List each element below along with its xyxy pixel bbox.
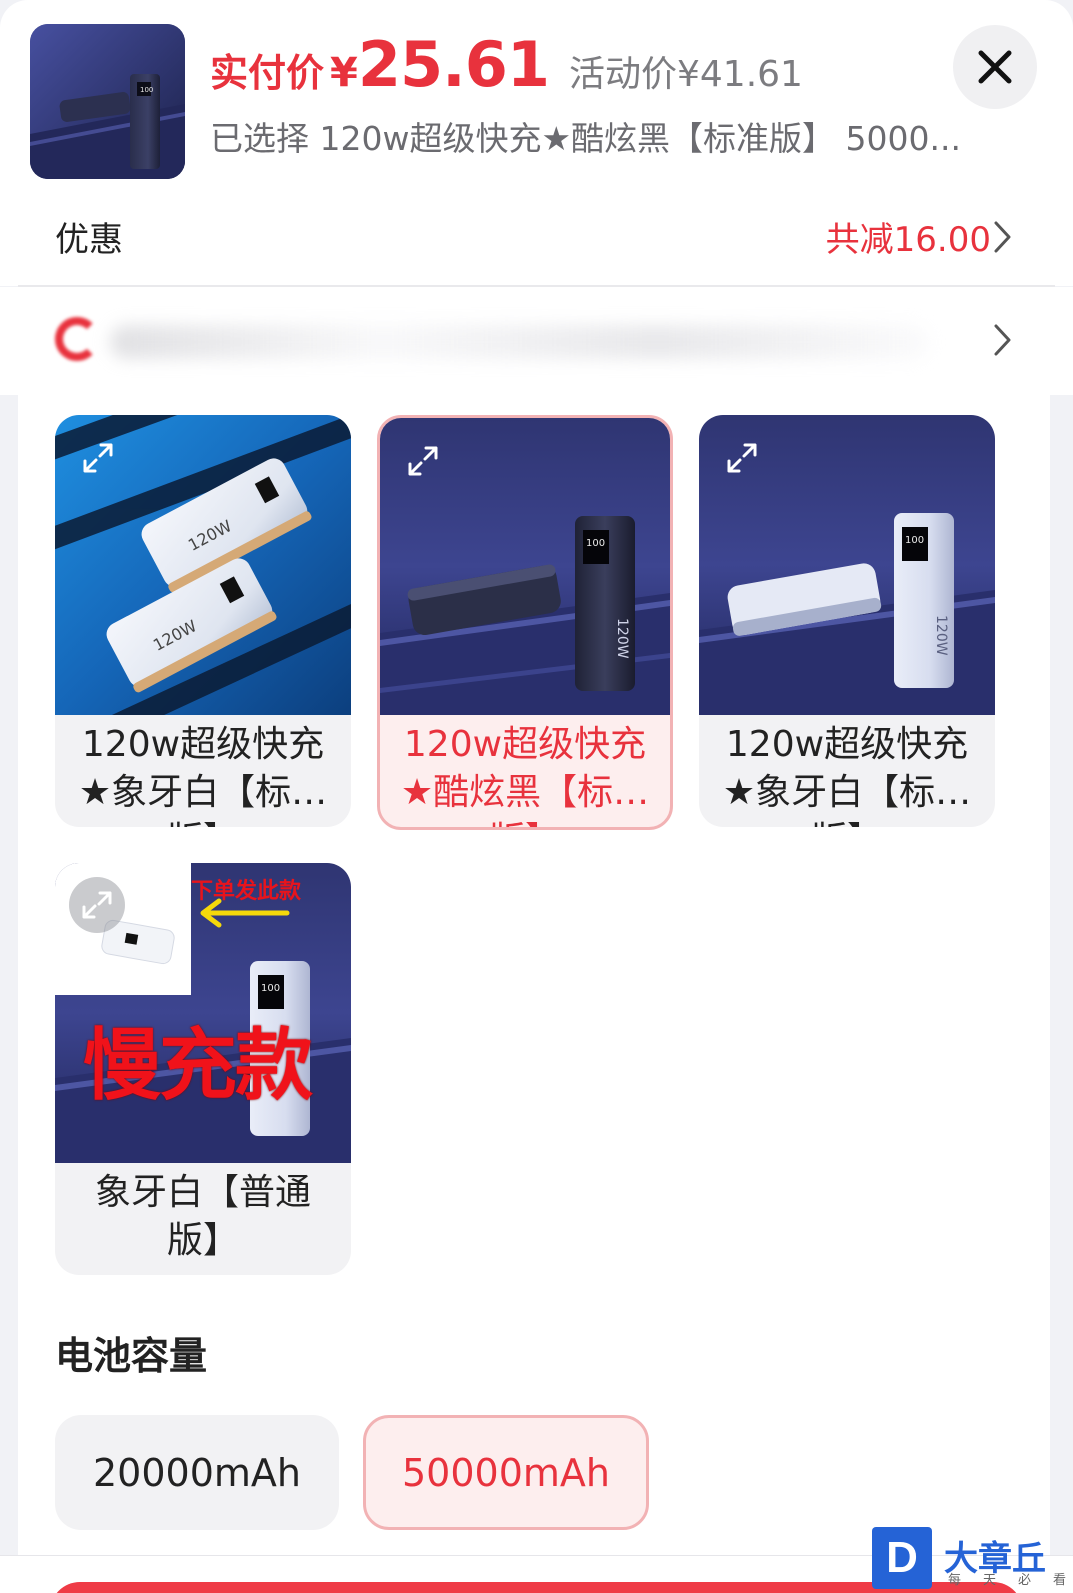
svg-text:100: 100 bbox=[586, 538, 605, 549]
sheet-header: 100 实付价 ¥ 25.61 活动价¥41.61 已选择 120w超级快充★酷… bbox=[0, 0, 1073, 190]
svg-text:100: 100 bbox=[261, 983, 280, 994]
selected-sku-text: 已选择 120w超级快充★酷炫黑【标准版】 5000... bbox=[210, 119, 961, 158]
variant-card-selected[interactable]: 100 120W 120w超级快充★酷炫黑【标准版】 bbox=[377, 415, 673, 830]
expand-icon[interactable] bbox=[406, 444, 440, 478]
capacity-option-selected[interactable]: 50000mAh bbox=[363, 1415, 649, 1530]
variant-image: 120W 120W bbox=[55, 415, 351, 715]
chevron-right-icon bbox=[994, 221, 1011, 253]
variant-image: 100 120W bbox=[699, 415, 995, 715]
variant-card[interactable]: 120W 120W 120w超级快充★象牙白【标准版】 bbox=[55, 415, 351, 827]
close-icon bbox=[978, 50, 1012, 84]
price-line: 实付价 ¥ 25.61 活动价¥41.61 bbox=[210, 28, 803, 101]
variant-label: 120w超级快充★酷炫黑【标准版】 bbox=[400, 724, 650, 827]
sku-content: 120W 120W 120w超级快充★象牙白【标准版】 bbox=[18, 395, 1050, 1565]
coupon-icon bbox=[55, 317, 99, 361]
variant-label: 120w超级快充★象牙白【标准版】 bbox=[722, 724, 972, 827]
section-title-battery-capacity: 电池容量 bbox=[55, 1334, 208, 1378]
variant-label: 120w超级快充★象牙白【标准版】 bbox=[78, 724, 328, 827]
actual-price-value: 25.61 bbox=[357, 28, 550, 101]
watermark-logo: D bbox=[872, 1527, 932, 1589]
product-thumbnail[interactable]: 100 bbox=[30, 24, 185, 179]
svg-text:100: 100 bbox=[140, 86, 153, 94]
expand-icon[interactable] bbox=[81, 441, 115, 475]
expand-icon[interactable] bbox=[725, 441, 759, 475]
discount-row[interactable]: 优惠 共减16.00 bbox=[0, 190, 1073, 286]
discount-label: 优惠 bbox=[55, 220, 123, 260]
capacity-option[interactable]: 20000mAh bbox=[55, 1415, 339, 1530]
overlay-top-text: 下单发此款 bbox=[191, 879, 302, 904]
coupon-row[interactable] bbox=[0, 287, 1073, 395]
variant-card[interactable]: 100 下单发此款 慢充款 象牙白【普通版】 bbox=[55, 863, 351, 1275]
variant-label: 象牙白【普通版】 bbox=[94, 1172, 311, 1261]
blurred-coupon-text bbox=[110, 325, 930, 359]
svg-text:120W: 120W bbox=[933, 615, 949, 656]
chevron-right-icon bbox=[994, 324, 1011, 356]
watermark: D 大章丘 每天必看 bbox=[872, 1527, 1067, 1593]
svg-text:120W: 120W bbox=[614, 618, 630, 659]
actual-price-label: 实付价 bbox=[210, 51, 325, 95]
watermark-subtitle: 每天必看 bbox=[948, 1573, 1066, 1588]
product-thumbnail-image: 100 bbox=[30, 24, 185, 179]
close-button[interactable] bbox=[953, 25, 1037, 109]
variant-image: 100 下单发此款 慢充款 bbox=[55, 863, 351, 1163]
sku-selector-sheet: 100 实付价 ¥ 25.61 活动价¥41.61 已选择 120w超级快充★酷… bbox=[0, 0, 1073, 1593]
variant-image: 100 120W bbox=[380, 418, 670, 715]
overlay-main-text: 慢充款 bbox=[83, 1021, 313, 1111]
promo-price: 活动价¥41.61 bbox=[568, 54, 803, 95]
discount-total: 共减16.00 bbox=[825, 220, 991, 260]
expand-icon[interactable] bbox=[67, 875, 127, 935]
currency-symbol: ¥ bbox=[330, 50, 358, 96]
svg-text:100: 100 bbox=[905, 535, 924, 546]
variant-card[interactable]: 100 120W 120w超级快充★象牙白【标准版】 bbox=[699, 415, 995, 827]
